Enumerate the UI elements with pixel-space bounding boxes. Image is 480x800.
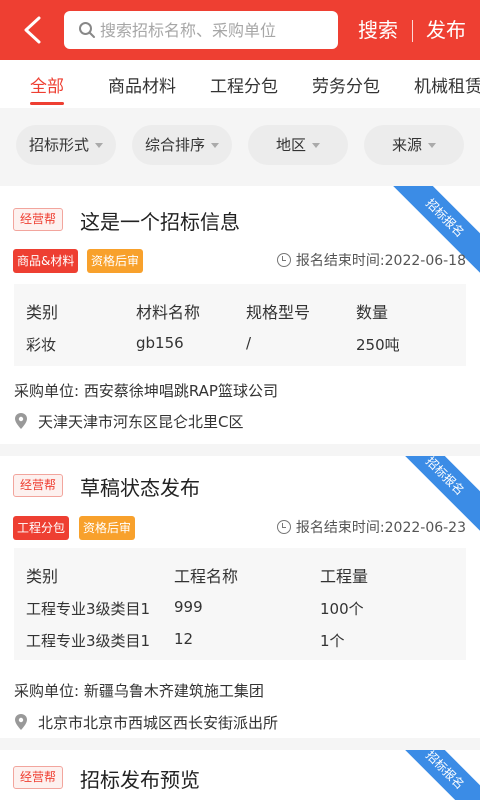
deadline: 报名结束时间:2022-06-18 <box>276 250 466 270</box>
tab-machinery-rental[interactable]: 机械租赁 <box>414 72 480 97</box>
filter-label: 来源 <box>391 136 422 154</box>
divider <box>412 20 413 42</box>
card-title: 草稿状态发布 <box>80 476 200 500</box>
address-text: 北京市北京市西城区西长安街派出所 <box>38 714 279 732</box>
table-cell: 250吨 <box>356 336 400 354</box>
card-title: 招标发布预览 <box>80 768 200 792</box>
qualification-tag: 资格后审 <box>87 249 144 273</box>
deadline-text: 报名结束时间:2022-06-23 <box>295 520 466 536</box>
tab-goods-materials[interactable]: 商品材料 <box>108 72 176 97</box>
table-cell: 1个 <box>320 632 345 650</box>
location-pin-icon <box>15 413 27 429</box>
filter-bar: 招标形式 综合排序 地区 来源 <box>0 120 480 168</box>
filter-label: 地区 <box>275 136 306 154</box>
filter-label: 招标形式 <box>28 136 89 154</box>
top-bar: 搜索 发布 <box>0 0 480 60</box>
table-header: 工程名称 <box>174 567 239 586</box>
filter-label: 综合排序 <box>144 136 205 154</box>
location-pin-icon <box>15 714 27 730</box>
address: 北京市北京市西城区西长安街派出所 <box>14 712 278 733</box>
card-title: 这是一个招标信息 <box>80 210 240 234</box>
tender-card[interactable]: 招标报名 经营帮 草稿状态发布 工程分包 资格后审 报名结束时间:2022-06… <box>0 444 480 738</box>
table-cell: 工程专业3级类目1 <box>26 600 151 618</box>
ribbon-label: 招标报名 <box>382 750 480 800</box>
table-header: 类别 <box>26 567 59 586</box>
filter-region[interactable]: 地区 <box>248 125 348 165</box>
table-cell: gb156 <box>136 334 184 352</box>
table-cell: / <box>246 334 252 352</box>
table-header: 规格型号 <box>246 303 311 322</box>
search-button[interactable]: 搜索 <box>358 16 398 44</box>
source-badge: 经营帮 <box>13 766 64 789</box>
dropdown-arrow-icon <box>312 143 320 148</box>
table-cell: 彩妆 <box>26 336 57 354</box>
dropdown-arrow-icon <box>211 143 219 148</box>
items-table: 类别 材料名称 规格型号 数量 彩妆 gb156 / 250吨 <box>14 284 466 366</box>
items-table: 类别 工程名称 工程量 工程专业3级类目1 999 100个 工程专业3级类目1… <box>14 548 466 660</box>
table-cell: 12 <box>174 630 194 648</box>
category-tag: 工程分包 <box>13 516 70 540</box>
dropdown-arrow-icon <box>428 143 436 148</box>
address-text: 天津天津市河东区昆仑北里C区 <box>38 413 244 431</box>
buyer-text: 采购单位: 新疆乌鲁木齐建筑施工集团 <box>14 682 264 700</box>
qualification-tag: 资格后审 <box>79 516 136 540</box>
search-input[interactable] <box>100 11 330 49</box>
table-cell: 100个 <box>320 600 364 618</box>
source-badge: 经营帮 <box>13 474 64 497</box>
table-cell: 工程专业3级类目1 <box>26 632 151 650</box>
deadline-text: 报名结束时间:2022-06-18 <box>295 253 466 269</box>
search-box[interactable] <box>64 11 338 49</box>
category-tag: 商品&材料 <box>13 249 79 273</box>
table-header: 数量 <box>356 303 389 322</box>
category-tabs: 全部 商品材料 工程分包 劳务分包 机械租赁 <box>0 60 480 108</box>
tab-all[interactable]: 全部 <box>30 72 64 97</box>
search-icon <box>79 22 95 38</box>
tender-card[interactable]: 招标报名 经营帮 这是一个招标信息 商品&材料 资格后审 报名结束时间:2022… <box>0 186 480 444</box>
table-header: 材料名称 <box>136 303 201 322</box>
table-header: 类别 <box>26 303 59 322</box>
tab-labor-subcontract[interactable]: 劳务分包 <box>312 72 380 97</box>
filter-sort[interactable]: 综合排序 <box>132 125 232 165</box>
back-arrow-icon[interactable] <box>18 14 48 46</box>
filter-bid-form[interactable]: 招标形式 <box>16 125 116 165</box>
tab-engineering-subcontract[interactable]: 工程分包 <box>210 72 278 97</box>
publish-button[interactable]: 发布 <box>426 16 466 44</box>
deadline: 报名结束时间:2022-06-23 <box>276 517 466 537</box>
active-tab-indicator <box>30 102 64 105</box>
clock-icon <box>276 253 291 267</box>
source-badge: 经营帮 <box>13 208 64 231</box>
filter-source[interactable]: 来源 <box>364 125 464 165</box>
address: 天津天津市河东区昆仑北里C区 <box>14 411 243 432</box>
clock-icon <box>276 520 291 534</box>
tender-card[interactable]: 招标报名 经营帮 招标发布预览 <box>0 738 480 800</box>
buyer-text: 采购单位: 西安蔡徐坤唱跳RAP篮球公司 <box>14 382 278 400</box>
dropdown-arrow-icon <box>95 143 103 148</box>
table-cell: 999 <box>174 598 203 616</box>
table-header: 工程量 <box>320 567 369 586</box>
